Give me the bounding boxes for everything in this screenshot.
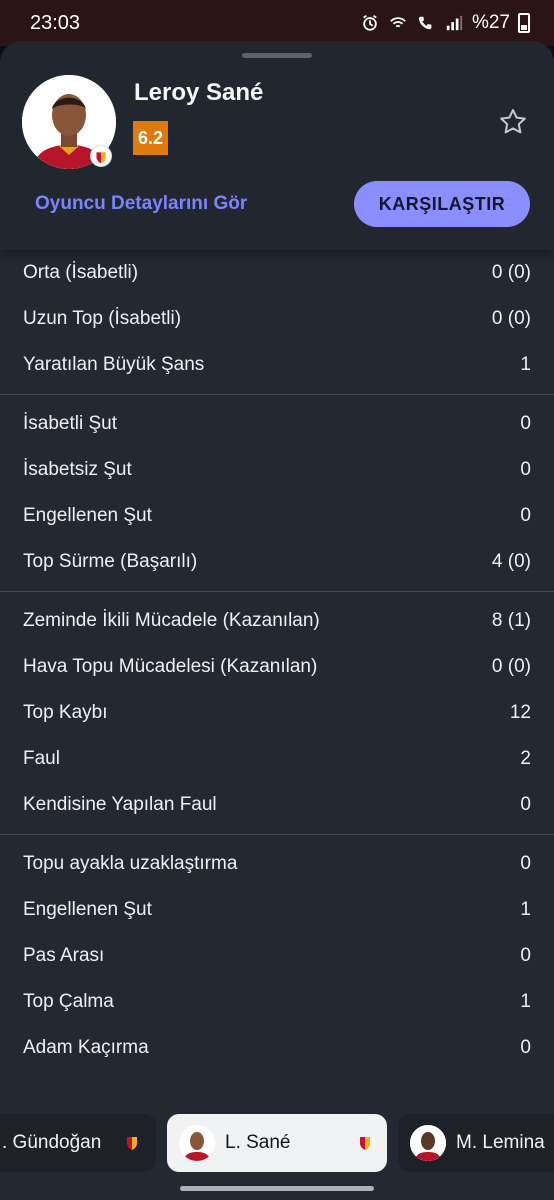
- stat-value: 0 (0): [491, 262, 531, 283]
- stat-value: 0: [520, 945, 531, 966]
- stat-label: Top Kaybı: [23, 702, 108, 723]
- status-icons: %27: [360, 12, 530, 34]
- stat-label: Zeminde İkili Mücadele (Kazanılan): [23, 610, 320, 631]
- stat-row: Topu ayakla uzaklaştırma 0: [0, 841, 554, 887]
- stat-row: Engellenen Şut 0: [0, 493, 554, 539]
- player-details-link[interactable]: Oyuncu Detaylarını Gör: [35, 193, 247, 215]
- player-chip-gundogan[interactable]: . Gündoğan: [0, 1114, 156, 1172]
- stat-label: Pas Arası: [23, 945, 105, 966]
- stat-value: 4 (0): [491, 551, 531, 572]
- player-chip-label: M. Lemina: [456, 1132, 545, 1153]
- stat-value: 0: [520, 413, 531, 434]
- stat-row: Hava Topu Mücadelesi (Kazanılan) 0 (0): [0, 644, 554, 690]
- stat-value: 2: [520, 748, 531, 769]
- alarm-icon: [363, 15, 377, 31]
- player-header: Leroy Sané 6.2 Oyuncu Detaylarını Gör KA…: [0, 41, 554, 250]
- stat-label: Top Sürme (Başarılı): [23, 551, 198, 572]
- stat-label: Top Çalma: [23, 991, 114, 1012]
- player-chip-label: L. Sané: [225, 1132, 291, 1153]
- stat-label: Faul: [23, 748, 60, 769]
- player-avatar-small: [410, 1125, 446, 1161]
- stat-label: Uzun Top (İsabetli): [23, 308, 182, 329]
- player-chip-sane[interactable]: L. Sané: [167, 1114, 387, 1172]
- home-indicator[interactable]: [180, 1186, 374, 1191]
- stat-row: Top Kaybı 12: [0, 690, 554, 736]
- status-time: 23:03: [30, 11, 81, 34]
- player-carousel: . Gündoğan L. Sané M. Lemina: [0, 1114, 554, 1172]
- stat-value: 0: [520, 1037, 531, 1058]
- stat-row: Faul 2: [0, 736, 554, 782]
- battery-icon: [518, 13, 530, 33]
- stat-label: Orta (İsabetli): [23, 262, 139, 283]
- stat-row: Yaratılan Büyük Şans 1: [0, 342, 554, 388]
- stat-value: 1: [520, 991, 531, 1012]
- stat-value: 0: [520, 794, 531, 815]
- player-name: Leroy Sané: [134, 79, 264, 106]
- stat-row: İsabetli Şut 0: [0, 401, 554, 447]
- player-chip-lemina[interactable]: M. Lemina: [398, 1114, 554, 1172]
- drag-handle[interactable]: [242, 53, 312, 58]
- stat-label: İsabetsiz Şut: [23, 459, 132, 480]
- stat-value: 12: [509, 702, 531, 723]
- stat-value: 0: [520, 505, 531, 526]
- team-badge-icon: [127, 1137, 137, 1150]
- stat-row: Engellenen Şut 1: [0, 887, 554, 933]
- stat-label: İsabetli Şut: [23, 413, 117, 434]
- player-chip-label: . Gündoğan: [2, 1132, 102, 1153]
- status-bar: 23:03 %27: [0, 0, 554, 46]
- favorite-star-icon[interactable]: [498, 107, 528, 137]
- stat-value: 1: [520, 899, 531, 920]
- stat-label: Kendisine Yapılan Faul: [23, 794, 217, 815]
- player-stats-sheet: Leroy Sané 6.2 Oyuncu Detaylarını Gör KA…: [0, 41, 554, 1200]
- stat-value: 0 (0): [491, 656, 531, 677]
- stat-value: 0 (0): [491, 308, 531, 329]
- stats-list: Orta (İsabetli) 0 (0) Uzun Top (İsabetli) 0…: [0, 244, 554, 1077]
- phone-icon: [418, 16, 432, 30]
- stat-value: 8 (1): [491, 610, 531, 631]
- stat-group: İsabetli Şut 0 İsabetsiz Şut 0 Engellenen Şu…: [0, 395, 554, 592]
- signal-icon: [446, 15, 463, 31]
- stat-label: Adam Kaçırma: [23, 1037, 149, 1058]
- stat-row: Pas Arası 0: [0, 933, 554, 979]
- battery-percent: %27: [471, 12, 510, 33]
- stat-value: 0: [520, 853, 531, 874]
- stat-row: Zeminde İkili Mücadele (Kazanılan) 8 (1): [0, 598, 554, 644]
- stat-label: Engellenen Şut: [23, 899, 152, 920]
- stat-group: Topu ayakla uzaklaştırma 0 Engellenen Şut 1…: [0, 835, 554, 1077]
- player-avatar-small: [179, 1125, 215, 1161]
- stat-row: Adam Kaçırma 0: [0, 1025, 554, 1071]
- stat-label: Engellenen Şut: [23, 505, 152, 526]
- stat-row: Top Çalma 1: [0, 979, 554, 1025]
- stat-label: Hava Topu Mücadelesi (Kazanılan): [23, 656, 318, 677]
- stat-value: 1: [520, 354, 531, 375]
- team-badge-icon: [360, 1137, 370, 1150]
- stat-row: Top Sürme (Başarılı) 4 (0): [0, 539, 554, 585]
- stat-group: Zeminde İkili Mücadele (Kazanılan) 8 (1) H…: [0, 592, 554, 835]
- stat-value: 0: [520, 459, 531, 480]
- stat-row: Orta (İsabetli) 0 (0): [0, 250, 554, 296]
- stat-group: Orta (İsabetli) 0 (0) Uzun Top (İsabetli) 0…: [0, 244, 554, 395]
- wifi-call-icon: [390, 17, 406, 28]
- stat-row: Uzun Top (İsabetli) 0 (0): [0, 296, 554, 342]
- stat-label: Yaratılan Büyük Şans: [23, 354, 205, 375]
- compare-button[interactable]: KARŞILAŞTIR: [354, 181, 530, 227]
- stat-row: İsabetsiz Şut 0: [0, 447, 554, 493]
- team-badge-icon: [90, 145, 112, 167]
- player-rating-badge: 6.2: [133, 121, 168, 155]
- stat-label: Topu ayakla uzaklaştırma: [23, 853, 238, 874]
- stat-row: Kendisine Yapılan Faul 0: [0, 782, 554, 828]
